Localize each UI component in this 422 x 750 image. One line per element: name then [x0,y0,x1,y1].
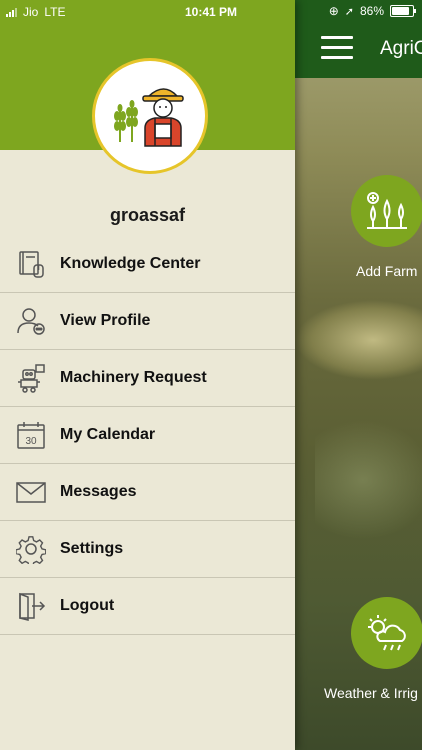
farmer-avatar-icon [114,88,184,147]
drawer-menu: Knowledge Center View Profile Machinery … [0,236,295,635]
book-icon [14,247,48,281]
menu-item-label: View Profile [60,312,151,329]
field-background [315,420,422,540]
app-title: AgriC [380,38,422,59]
main-screen: AgriC Add Farm Weather & Irrig [295,0,422,750]
add-farm-icon [367,192,407,229]
avatar[interactable] [92,58,208,174]
menu-item-label: Logout [60,597,115,614]
menu-item-label: My Calendar [60,426,156,443]
menu-item-view-profile[interactable]: View Profile [0,293,295,350]
weather-irrigation-button[interactable] [351,597,422,669]
battery-percent: 86% [359,4,384,18]
menu-item-label: Machinery Request [60,369,207,386]
wheat-background [295,300,422,380]
logout-icon [14,589,48,623]
gear-icon [14,532,48,566]
menu-item-logout[interactable]: Logout [0,578,295,635]
menu-item-label: Knowledge Center [60,255,201,272]
rotation-lock-icon: ⊕ [328,4,339,18]
add-farm-label: Add Farm [356,263,418,279]
menu-item-messages[interactable]: Messages [0,464,295,521]
profile-icon [14,304,48,338]
menu-item-knowledge-center[interactable]: Knowledge Center [0,236,295,293]
battery-icon [390,5,416,17]
weather-icon [368,615,406,651]
menu-item-settings[interactable]: Settings [0,521,295,578]
robot-icon [14,361,48,395]
location-arrow-icon: ➚ [344,5,354,18]
menu-item-my-calendar[interactable]: 30 My Calendar [0,407,295,464]
add-farm-button[interactable] [351,175,422,247]
weather-irrigation-label: Weather & Irrig [324,685,418,701]
hamburger-menu-icon[interactable] [321,36,353,59]
calendar-icon: 30 [14,418,48,452]
menu-item-label: Settings [60,540,124,557]
menu-item-label: Messages [60,483,137,500]
username: groassaf [109,205,186,225]
svg-text:30: 30 [25,436,37,447]
envelope-icon [14,475,48,509]
status-bar: Jio LTE 10:41 PM ⊕ ➚ 86% [0,0,422,24]
menu-item-machinery-request[interactable]: Machinery Request [0,350,295,407]
navigation-drawer: groassaf Knowledge Center View Profile M… [0,0,295,750]
